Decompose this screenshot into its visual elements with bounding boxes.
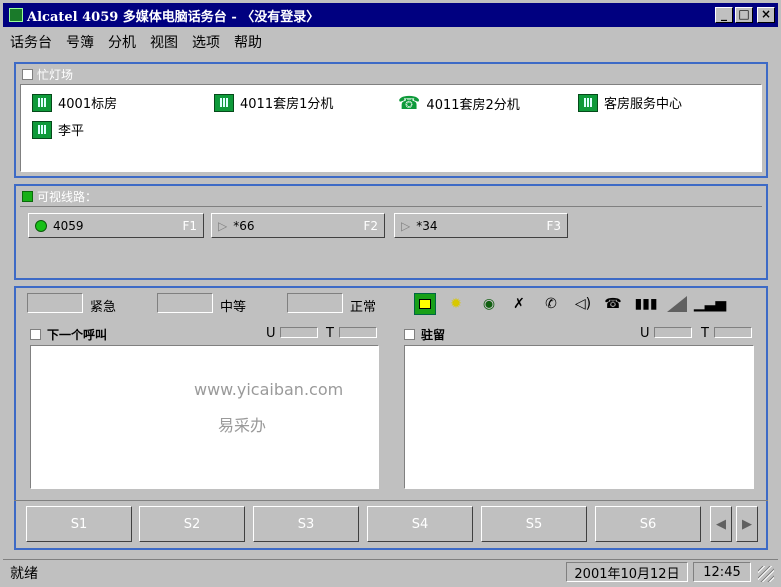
play-icon: ▷ bbox=[218, 218, 228, 233]
telephone-icon: ☎ bbox=[398, 93, 421, 114]
slot-s4-button[interactable]: S4 bbox=[367, 506, 473, 542]
group-icon[interactable]: ▮▮▮ bbox=[632, 293, 660, 315]
chevron-right-icon: ▶ bbox=[742, 516, 752, 532]
close-button[interactable]: × bbox=[757, 7, 775, 23]
busy-lamp-panel: 忙灯场 bbox=[14, 62, 768, 178]
normal-queue-box bbox=[287, 293, 343, 313]
lamp-item[interactable]: ☎ 4011套房2分机 bbox=[398, 93, 520, 114]
parked-checkbox[interactable] bbox=[404, 329, 415, 340]
signal-icon[interactable]: ▁▃▅ bbox=[694, 293, 726, 315]
line-66-button[interactable]: ▷ *66 F2 bbox=[211, 213, 385, 238]
next-call-list[interactable] bbox=[30, 345, 379, 489]
parked-list[interactable] bbox=[404, 345, 754, 489]
normal-label: 正常 bbox=[350, 300, 377, 315]
chevron-left-icon: ◀ bbox=[716, 516, 726, 532]
volume-icon[interactable] bbox=[666, 293, 688, 315]
handset-icon[interactable]: ✆ bbox=[540, 293, 562, 315]
menu-console[interactable]: 话务台 bbox=[3, 32, 59, 52]
urgent-queue-box bbox=[27, 293, 83, 313]
next-call-u-meter bbox=[280, 327, 318, 338]
parked-t-label: T bbox=[701, 326, 709, 341]
extension-icon bbox=[32, 93, 52, 112]
extension-icon bbox=[578, 93, 598, 112]
slot-s1-button[interactable]: S1 bbox=[26, 506, 132, 542]
pickup-icon[interactable]: ✗ bbox=[508, 293, 530, 315]
watermark-url: www.yicaiban.com bbox=[194, 380, 344, 399]
next-call-checkbox[interactable] bbox=[30, 329, 41, 340]
speaker-icon[interactable]: ◁) bbox=[572, 293, 594, 315]
menu-directory[interactable]: 号簿 bbox=[59, 32, 101, 52]
menu-extension[interactable]: 分机 bbox=[101, 32, 143, 52]
parked-t-meter bbox=[714, 327, 752, 338]
next-call-t-label: T bbox=[326, 326, 334, 341]
next-call-header: 下一个呼叫 bbox=[30, 326, 107, 343]
eye-icon[interactable]: ◉ bbox=[475, 293, 503, 315]
trunk-panel-title: 可视线路： bbox=[22, 188, 97, 205]
sun-icon[interactable]: ✹ bbox=[445, 293, 467, 315]
medium-label: 中等 bbox=[220, 300, 247, 315]
parked-header: 驻留 bbox=[404, 326, 445, 343]
lamp-item[interactable]: 李平 bbox=[32, 120, 84, 139]
phone-icon[interactable]: ☎ bbox=[602, 293, 624, 315]
maximize-button[interactable]: □ bbox=[735, 7, 753, 23]
minimize-button[interactable]: _ bbox=[715, 7, 733, 23]
busy-lamp-checkbox[interactable] bbox=[22, 69, 33, 80]
urgent-label: 紧急 bbox=[90, 300, 117, 315]
menu-bar: 话务台 号簿 分机 视图 选项 帮助 bbox=[3, 29, 778, 55]
line-34-button[interactable]: ▷ *34 F3 bbox=[394, 213, 568, 238]
scroll-left-button[interactable]: ◀ bbox=[710, 506, 732, 542]
f1-key-label: F1 bbox=[182, 218, 197, 233]
slot-s5-button[interactable]: S5 bbox=[481, 506, 587, 542]
app-icon bbox=[9, 8, 23, 22]
parked-u-meter bbox=[654, 327, 692, 338]
resize-grip[interactable] bbox=[758, 566, 774, 582]
slot-s6-button[interactable]: S6 bbox=[595, 506, 701, 542]
medium-queue-box bbox=[157, 293, 213, 313]
next-call-u-label: U bbox=[266, 326, 276, 341]
status-date: 2001年10月12日 bbox=[566, 562, 688, 582]
f2-key-label: F2 bbox=[363, 218, 378, 233]
extension-icon bbox=[214, 93, 234, 112]
busy-lamp-title: 忙灯场 bbox=[22, 66, 73, 83]
menu-view[interactable]: 视图 bbox=[143, 32, 185, 52]
next-call-t-meter bbox=[339, 327, 377, 338]
play-icon: ▷ bbox=[401, 218, 411, 233]
menu-help[interactable]: 帮助 bbox=[227, 32, 269, 52]
menu-options[interactable]: 选项 bbox=[185, 32, 227, 52]
f3-key-label: F3 bbox=[546, 218, 561, 233]
status-text: 就绪 bbox=[10, 566, 38, 582]
slot-s3-button[interactable]: S3 bbox=[253, 506, 359, 542]
watermark-name: 易采办 bbox=[218, 416, 267, 435]
extension-icon bbox=[32, 120, 52, 139]
lamp-item[interactable]: 4001标房 bbox=[32, 93, 117, 112]
lamp-item[interactable]: 4011套房1分机 bbox=[214, 93, 333, 112]
trunk-panel-checkbox[interactable] bbox=[22, 191, 33, 202]
status-time: 12:45 bbox=[693, 562, 751, 582]
line-4059-button[interactable]: 4059 F1 bbox=[28, 213, 204, 238]
parked-u-label: U bbox=[640, 326, 650, 341]
window-title: Alcatel 4059 多媒体电脑话务台 - 〈没有登录〉 bbox=[27, 9, 320, 25]
slot-s2-button[interactable]: S2 bbox=[139, 506, 245, 542]
green-status-icon bbox=[35, 219, 47, 232]
terminal-icon[interactable] bbox=[414, 293, 436, 315]
scroll-right-button[interactable]: ▶ bbox=[736, 506, 758, 542]
lamp-item[interactable]: 客房服务中心 bbox=[578, 93, 682, 112]
title-bar: Alcatel 4059 多媒体电脑话务台 - 〈没有登录〉 _ □ × bbox=[3, 3, 778, 27]
